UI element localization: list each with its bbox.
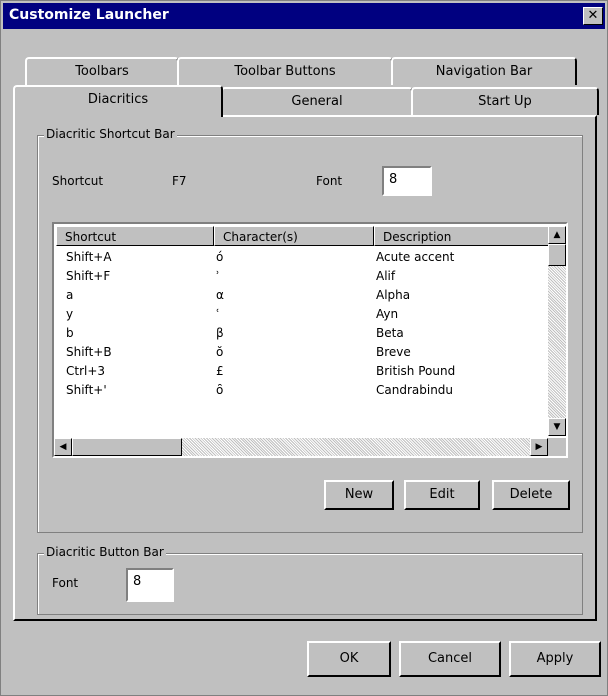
shortcut-label: Shortcut	[52, 174, 104, 188]
scroll-up-button[interactable]: ▲	[548, 226, 566, 244]
tab-diacritics[interactable]: Diacritics	[13, 85, 223, 117]
tab-toolbars[interactable]: Toolbars	[25, 57, 179, 85]
font-label: Font	[316, 174, 343, 188]
cell-characters: ʾ	[216, 269, 220, 283]
cell-shortcut: Shift+B	[66, 345, 112, 359]
table-row[interactable]: Shift+' ȏ Candrabindu	[56, 381, 540, 400]
tab-start-up[interactable]: Start Up	[411, 87, 599, 115]
diacritic-shortcut-bar-group: Diacritic Shortcut Bar Shortcut F7 Font …	[37, 127, 583, 533]
scroll-down-button[interactable]: ▼	[548, 418, 566, 436]
cancel-button[interactable]: Cancel	[399, 641, 501, 677]
vertical-scroll-thumb[interactable]	[548, 244, 566, 266]
edit-button[interactable]: Edit	[404, 480, 480, 510]
delete-button[interactable]: Delete	[492, 480, 570, 510]
table-row[interactable]: Shift+A ó Acute accent	[56, 248, 540, 267]
scroll-left-button[interactable]: ◀	[54, 438, 72, 456]
cell-characters: ŏ	[216, 345, 224, 359]
cell-characters: £	[216, 364, 224, 378]
new-button[interactable]: New	[324, 480, 394, 510]
cell-shortcut: Shift+'	[66, 383, 107, 397]
vertical-scrollbar[interactable]: ▲ ▼	[548, 226, 566, 436]
cell-description: Beta	[376, 326, 404, 340]
column-header-characters[interactable]: Character(s)	[214, 226, 374, 246]
cell-description: British Pound	[376, 364, 456, 378]
group-legend: Diacritic Shortcut Bar	[44, 127, 177, 141]
shortcut-value: F7	[172, 174, 187, 188]
ok-button[interactable]: OK	[307, 641, 391, 677]
table-row[interactable]: b β Beta	[56, 324, 540, 343]
close-button[interactable]: ✕	[583, 7, 603, 25]
scrollbar-corner	[548, 438, 566, 456]
diacritic-button-bar-group: Diacritic Button Bar Font 8	[37, 545, 583, 615]
diacritics-panel: Diacritic Shortcut Bar Shortcut F7 Font …	[13, 115, 597, 621]
cell-shortcut: y	[66, 307, 74, 321]
scroll-right-button[interactable]: ▶	[530, 438, 548, 456]
cell-shortcut: Shift+F	[66, 269, 111, 283]
cell-description: Candrabindu	[376, 383, 454, 397]
cell-characters: ȏ	[216, 383, 224, 397]
title-bar[interactable]: Customize Launcher ✕	[3, 3, 605, 29]
cell-description: Breve	[376, 345, 411, 359]
table-row[interactable]: y ʿ Ayn	[56, 305, 540, 324]
group-legend: Diacritic Button Bar	[44, 545, 166, 559]
column-header-description[interactable]: Description	[374, 226, 550, 246]
cell-characters: ó	[216, 250, 224, 264]
cell-description: Alpha	[376, 288, 411, 302]
tab-navigation-bar[interactable]: Navigation Bar	[391, 57, 577, 85]
cell-characters: β	[216, 326, 224, 340]
table-row[interactable]: a α Alpha	[56, 286, 540, 305]
cell-characters: ʿ	[216, 307, 220, 321]
cell-shortcut: Ctrl+3	[66, 364, 106, 378]
apply-button[interactable]: Apply	[509, 641, 601, 677]
font-label: Font	[52, 576, 79, 590]
font-size-input[interactable]: 8	[382, 166, 432, 196]
cell-description: Acute accent	[376, 250, 455, 264]
table-row[interactable]: Ctrl+3 £ British Pound	[56, 362, 540, 381]
table-row[interactable]: Shift+B ŏ Breve	[56, 343, 540, 362]
window-title: Customize Launcher	[9, 7, 169, 23]
cell-shortcut: a	[66, 288, 74, 302]
cell-characters: α	[216, 288, 224, 302]
diacritics-table[interactable]: Shortcut Character(s) Description Shift+…	[52, 222, 568, 458]
horizontal-scroll-thumb[interactable]	[72, 438, 182, 456]
customize-launcher-dialog: Customize Launcher ✕ Toolbars Toolbar Bu…	[0, 0, 608, 696]
horizontal-scrollbar[interactable]: ◀ ▶	[54, 438, 548, 456]
tab-general[interactable]: General	[221, 87, 413, 115]
tab-toolbar-buttons[interactable]: Toolbar Buttons	[177, 57, 393, 85]
cell-shortcut: Shift+A	[66, 250, 112, 264]
cell-description: Ayn	[376, 307, 399, 321]
table-header: Shortcut Character(s) Description	[56, 226, 550, 246]
cell-shortcut: b	[66, 326, 74, 340]
cell-description: Alif	[376, 269, 396, 283]
button-bar-font-size-input[interactable]: 8	[126, 568, 174, 602]
column-header-shortcut[interactable]: Shortcut	[56, 226, 214, 246]
table-row[interactable]: Shift+F ʾ Alif	[56, 267, 540, 286]
